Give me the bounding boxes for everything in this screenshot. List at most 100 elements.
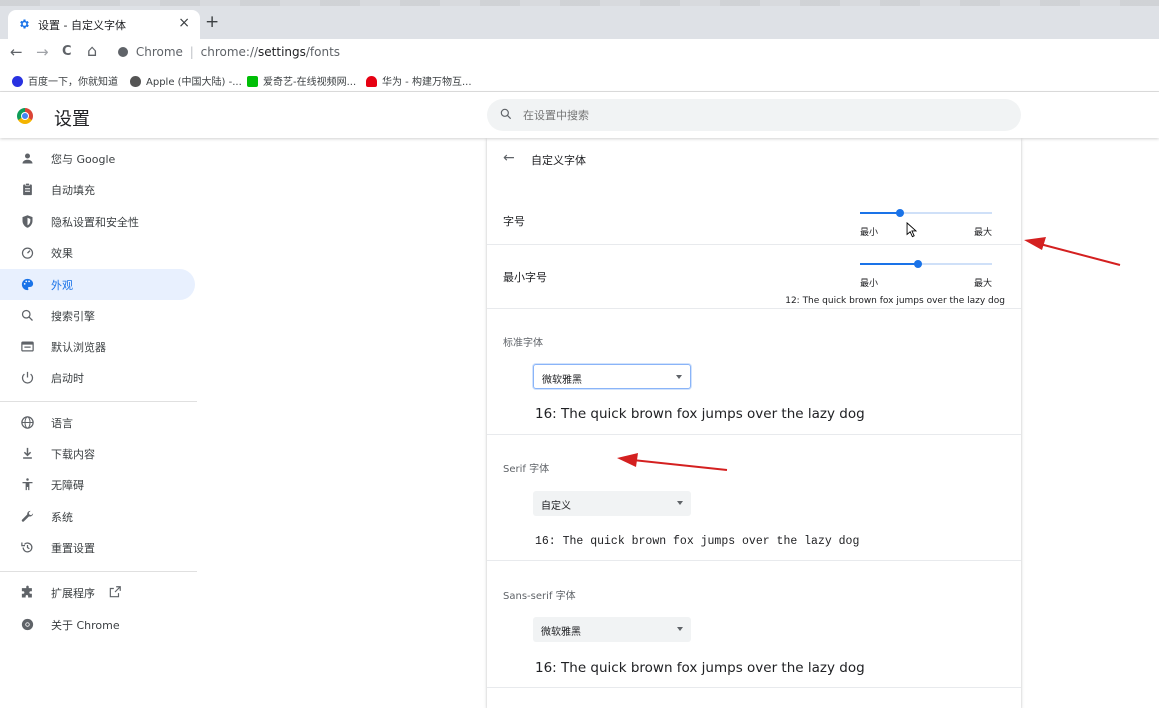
sidebar-item-about-chrome[interactable]: 关于 Chrome xyxy=(0,609,195,640)
sidebar-item-reset[interactable]: 重置设置 xyxy=(0,532,195,563)
sidebar-item-privacy[interactable]: 隐私设置和安全性 xyxy=(0,206,195,237)
chrome-site-icon xyxy=(118,47,128,57)
sans-serif-font-select[interactable]: 微软雅黑 xyxy=(533,617,691,642)
bookmark-apple[interactable]: Apple (中国大陆) -... xyxy=(130,73,242,88)
iqiyi-icon xyxy=(247,76,258,87)
tab-settings-fonts[interactable]: 设置 - 自定义字体 × xyxy=(8,10,200,39)
serif-font-value: 自定义 xyxy=(541,501,571,512)
browser-window-icon xyxy=(21,341,34,352)
sans-serif-font-label: Sans-serif 字体 xyxy=(503,591,576,602)
row-divider xyxy=(487,434,1021,435)
url-path: /fonts xyxy=(305,45,341,59)
baidu-paw-icon xyxy=(12,76,23,87)
home-button[interactable]: ⌂ xyxy=(87,41,97,60)
standard-font-sample: 16: The quick brown fox jumps over the l… xyxy=(535,406,865,422)
globe-icon xyxy=(21,416,34,429)
row-divider xyxy=(487,687,1021,688)
clipboard-icon xyxy=(23,182,32,196)
sidebar-divider xyxy=(0,401,197,402)
standard-font-label: 标准字体 xyxy=(503,338,543,349)
site-label: Chrome xyxy=(135,45,183,59)
tab-strip-edge xyxy=(0,0,1159,6)
settings-header: 设置 xyxy=(0,92,1159,138)
browser-toolbar: ← → C ⌂ Chrome | chrome://settings/fonts xyxy=(0,39,1159,67)
search-icon xyxy=(500,108,512,120)
slider-fill xyxy=(860,263,919,265)
sidebar-item-search-engine[interactable]: 搜索引擎 xyxy=(0,300,195,331)
tab-title: 设置 - 自定义字体 xyxy=(38,19,126,32)
back-button[interactable]: ← xyxy=(10,43,23,61)
new-tab-button[interactable]: + xyxy=(205,12,219,32)
accessibility-icon xyxy=(22,478,33,491)
sidebar-item-languages[interactable]: 语言 xyxy=(0,407,195,438)
close-tab-icon[interactable]: × xyxy=(178,15,190,31)
chevron-down-icon xyxy=(676,375,682,379)
person-icon xyxy=(22,153,33,164)
min-font-size-max-label: 最大 xyxy=(974,279,993,289)
row-divider xyxy=(487,308,1021,309)
reset-icon xyxy=(21,542,33,553)
font-size-max-label: 最大 xyxy=(974,228,993,238)
chevron-down-icon xyxy=(677,501,683,505)
sidebar-item-default-browser[interactable]: 默认浏览器 xyxy=(0,331,195,362)
gear-icon xyxy=(20,19,29,29)
bookmark-iqiyi[interactable]: 爱奇艺-在线视频网... xyxy=(247,73,356,88)
slider-knob[interactable] xyxy=(914,260,923,268)
settings-sidebar: 您与 Google 自动填充 隐私设置和安全性 效果 外观 搜索引擎 默认浏览器… xyxy=(0,138,200,705)
min-font-size-sample: 12: The quick brown fox jumps over the l… xyxy=(785,296,1005,306)
wrench-icon xyxy=(21,510,34,522)
sidebar-item-you-and-google[interactable]: 您与 Google xyxy=(0,143,195,174)
url-host: settings xyxy=(258,45,306,59)
row-divider xyxy=(487,244,1021,245)
sidebar-item-on-startup[interactable]: 启动时 xyxy=(0,362,195,393)
sidebar-item-performance[interactable]: 效果 xyxy=(0,237,195,268)
forward-button[interactable]: → xyxy=(36,43,49,61)
external-link-icon xyxy=(109,586,121,598)
sidebar-item-autofill[interactable]: 自动填充 xyxy=(0,174,195,205)
settings-search[interactable] xyxy=(487,99,1021,131)
palette-icon xyxy=(21,278,34,291)
chrome-icon xyxy=(21,618,34,631)
slider-fill xyxy=(860,212,900,214)
search-icon xyxy=(21,309,33,321)
apple-icon xyxy=(130,76,141,87)
font-size-slider[interactable] xyxy=(860,206,992,220)
bookmarks-bar: 百度一下，你就知道 Apple (中国大陆) -... 爱奇艺-在线视频网...… xyxy=(0,67,1159,92)
mouse-cursor-icon xyxy=(906,222,917,238)
annotation-arrow-font-size xyxy=(1024,237,1121,266)
sidebar-item-system[interactable]: 系统 xyxy=(0,501,195,532)
page-title: 设置 xyxy=(54,109,90,130)
speedometer-icon xyxy=(21,247,34,259)
reload-button[interactable]: C xyxy=(62,44,72,59)
slider-knob[interactable] xyxy=(895,209,904,217)
sidebar-divider xyxy=(0,571,197,572)
sidebar-item-downloads[interactable]: 下载内容 xyxy=(0,438,195,469)
sans-serif-font-sample: 16: The quick brown fox jumps over the l… xyxy=(535,660,865,676)
fonts-settings-card: ← 自定义字体 字号 最小 最大 最小字号 最小 最大 12: The quic… xyxy=(487,138,1021,708)
huawei-icon xyxy=(366,76,377,87)
standard-font-value: 微软雅黑 xyxy=(542,375,582,386)
min-font-size-slider[interactable] xyxy=(860,257,992,271)
serif-font-select[interactable]: 自定义 xyxy=(533,491,691,516)
min-font-size-min-label: 最小 xyxy=(860,279,879,289)
font-size-min-label: 最小 xyxy=(860,228,879,238)
back-arrow-button[interactable]: ← xyxy=(503,150,515,166)
sidebar-item-extensions[interactable]: 扩展程序 xyxy=(0,577,195,608)
bookmark-huawei[interactable]: 华为 - 构建万物互... xyxy=(366,73,472,88)
sans-serif-font-value: 微软雅黑 xyxy=(541,627,581,638)
subpage-title: 自定义字体 xyxy=(531,154,586,167)
min-font-size-label: 最小字号 xyxy=(503,271,547,284)
search-input[interactable] xyxy=(523,105,993,125)
chrome-logo-icon xyxy=(17,108,33,124)
sidebar-item-appearance[interactable]: 外观 xyxy=(0,269,195,300)
shield-icon xyxy=(22,215,33,228)
row-divider xyxy=(487,560,1021,561)
download-icon xyxy=(23,447,32,459)
bookmark-baidu[interactable]: 百度一下，你就知道 xyxy=(12,73,118,88)
url-scheme: chrome:// xyxy=(200,45,259,59)
font-size-label: 字号 xyxy=(503,215,525,228)
url-separator: | xyxy=(189,45,194,59)
address-bar[interactable]: Chrome | chrome://settings/fonts xyxy=(118,45,340,59)
sidebar-item-accessibility[interactable]: 无障碍 xyxy=(0,469,195,500)
standard-font-select[interactable]: 微软雅黑 xyxy=(533,364,691,389)
